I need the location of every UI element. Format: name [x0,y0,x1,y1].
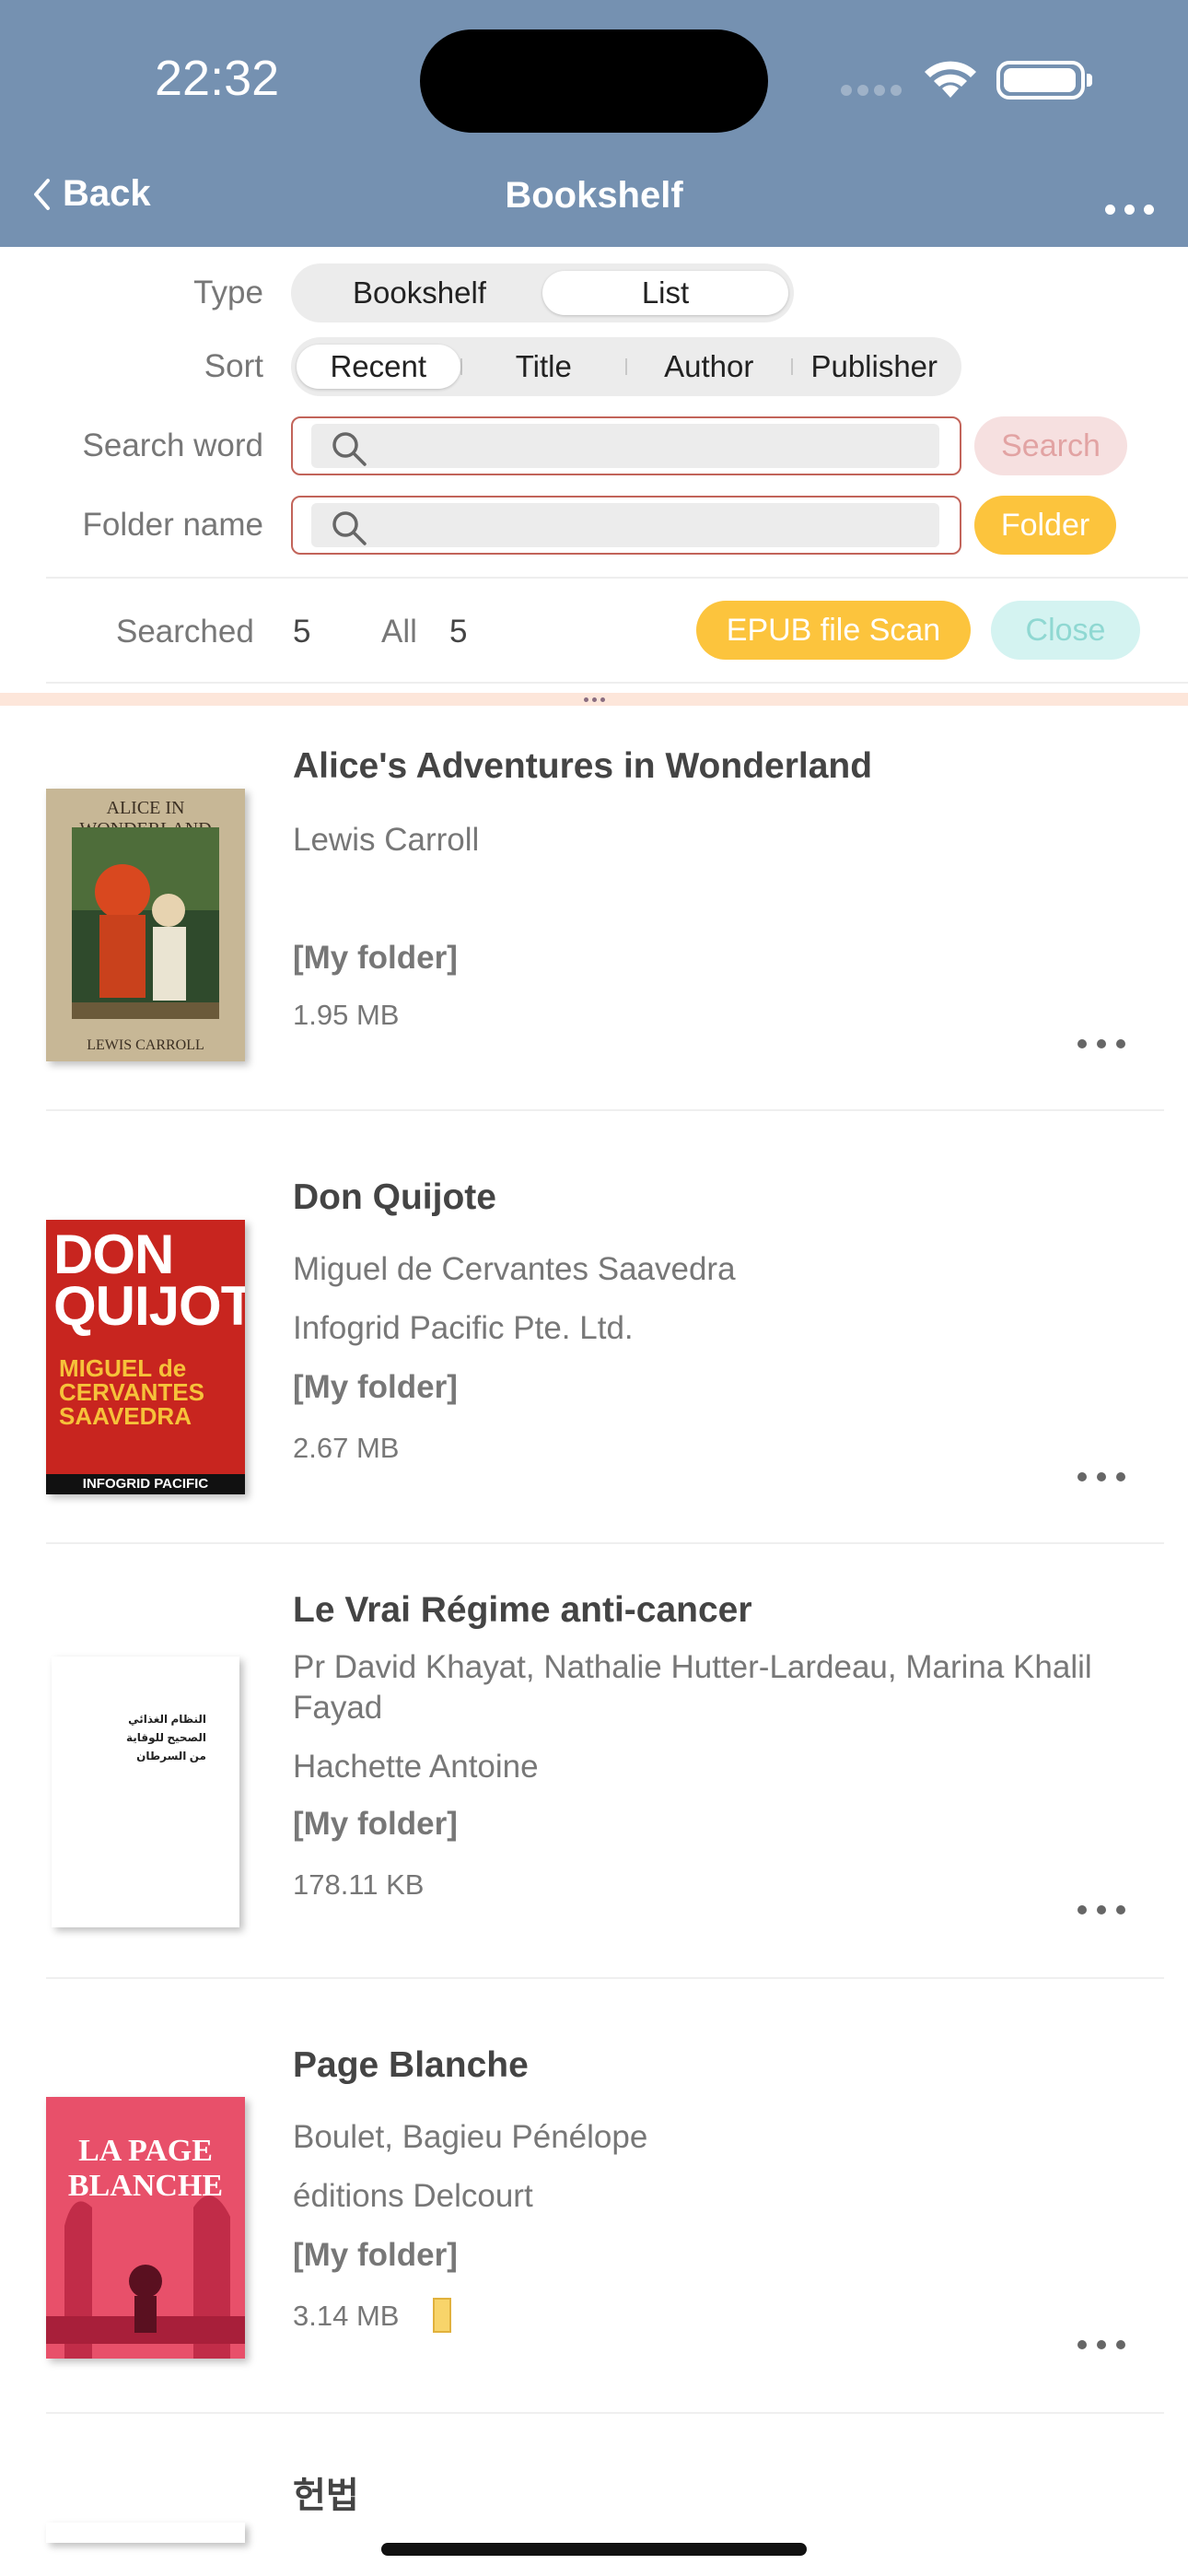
book-folder: [My folder] [293,940,458,976]
search-button[interactable]: Search [974,416,1127,475]
book-publisher: Hachette Antoine [293,1749,539,1785]
book-cover: LA PAGE BLANCHE [46,2097,245,2359]
list-item[interactable]: DON QUIJOTE MIGUEL de CERVANTES SAAVEDRA… [46,1111,1164,1544]
book-author: Pr David Khayat, Nathalie Hutter-Lardeau… [293,1649,1092,1726]
folder-button[interactable]: Folder [974,496,1116,555]
more-options-icon[interactable] [1077,1039,1125,1048]
folder-field-background [311,503,939,547]
book-title: Page Blanche [293,2045,529,2085]
type-option-bookshelf[interactable]: Bookshelf [297,271,542,315]
type-option-list[interactable]: List [542,271,788,315]
book-folder: [My folder] [293,2237,458,2273]
cover-title: DON QUIJOTE [53,1224,245,1337]
book-size: 1.95 MB [293,999,400,1031]
book-author: Lewis Carroll [293,822,480,858]
book-title: Don Quijote [293,1177,496,1217]
book-author: Boulet, Bagieu Pénélope [293,2119,648,2155]
list-item[interactable]: 헌법 [46,2414,1164,2543]
sort-segmented-control: Recent Title Author Publisher [291,337,961,396]
searched-label: Searched [116,614,254,650]
list-item[interactable]: LA PAGE BLANCHE Page Blanche Boulet, Bag… [46,1979,1164,2414]
divider [46,682,1188,684]
wifi-icon [925,61,976,98]
book-publisher: éditions Delcourt [293,2178,533,2214]
cover-author: MIGUEL de CERVANTES SAAVEDRA [59,1354,204,1430]
navigation-header: 22:32 Back Bookshelf [0,0,1188,247]
cover-title: LA PAGE BLANCHE [67,2134,224,2203]
sort-option-title[interactable]: Title [462,345,626,389]
book-folder: [My folder] [293,1806,458,1842]
all-count: 5 [449,614,468,650]
page-title: Bookshelf [505,175,683,216]
book-title: Alice's Adventures in Wonderland [293,746,873,786]
book-title: 헌법 [293,2476,359,2516]
search-word-field[interactable] [291,416,961,475]
book-cover: النظام الغذائي الصحيح للوقاية من السرطان [52,1657,239,1927]
book-folder: [My folder] [293,1369,458,1405]
book-size: 2.67 MB [293,1432,400,1464]
epub-scan-button[interactable]: EPUB file Scan [696,601,971,660]
type-segmented-control: Bookshelf List [291,263,794,322]
folder-name-input[interactable] [376,503,928,547]
sort-option-publisher[interactable]: Publisher [793,345,957,389]
list-item[interactable]: النظام الغذائي الصحيح للوقاية من السرطان… [46,1544,1164,1979]
sort-label: Sort [204,348,263,384]
searched-count: 5 [293,614,311,650]
list-item[interactable]: ALICE IN WONDERLAND LEWIS CARROLL Alice'… [46,706,1164,1111]
more-options-icon[interactable] [1077,1472,1125,1481]
folder-name-field[interactable] [291,496,961,555]
bookmark-icon [433,2298,451,2333]
more-options-icon[interactable] [1077,2340,1125,2349]
book-cover: DON QUIJOTE MIGUEL de CERVANTES SAAVEDRA… [46,1220,245,1494]
more-options-icon[interactable] [1077,1905,1125,1914]
cellular-signal-icon [841,85,902,96]
cover-publisher: INFOGRID PACIFIC [46,1474,245,1494]
sort-option-author[interactable]: Author [627,345,791,389]
status-time: 22:32 [155,51,280,106]
book-cover [46,2523,245,2543]
book-size: 3.14 MB [293,2300,400,2332]
search-field-background [311,424,939,468]
more-menu-icon[interactable] [1105,205,1154,215]
sort-option-recent[interactable]: Recent [297,345,460,389]
divider [46,577,1188,579]
search-icon [332,432,367,466]
cover-title: النظام الغذائي الصحيح للوقاية من السرطان [125,1713,206,1762]
search-icon [332,511,367,545]
cover-illustration [72,827,219,1019]
close-button[interactable]: Close [991,601,1140,660]
drag-handle-icon[interactable] [584,697,605,702]
book-author: Miguel de Cervantes Saavedra [293,1251,736,1287]
cover-author: LEWIS CARROLL [87,1037,204,1053]
battery-icon [996,61,1092,100]
type-label: Type [193,275,263,310]
search-word-label: Search word [82,427,263,463]
book-cover: ALICE IN WONDERLAND LEWIS CARROLL [46,789,245,1061]
search-word-input[interactable] [376,424,928,468]
book-title: Le Vrai Régime anti-cancer [293,1590,752,1630]
dynamic-island [420,29,768,133]
all-label: All [381,614,417,650]
book-publisher: Infogrid Pacific Pte. Ltd. [293,1310,634,1346]
folder-name-label: Folder name [82,507,263,543]
book-size: 178.11 KB [293,1868,425,1901]
home-indicator [381,2543,807,2556]
